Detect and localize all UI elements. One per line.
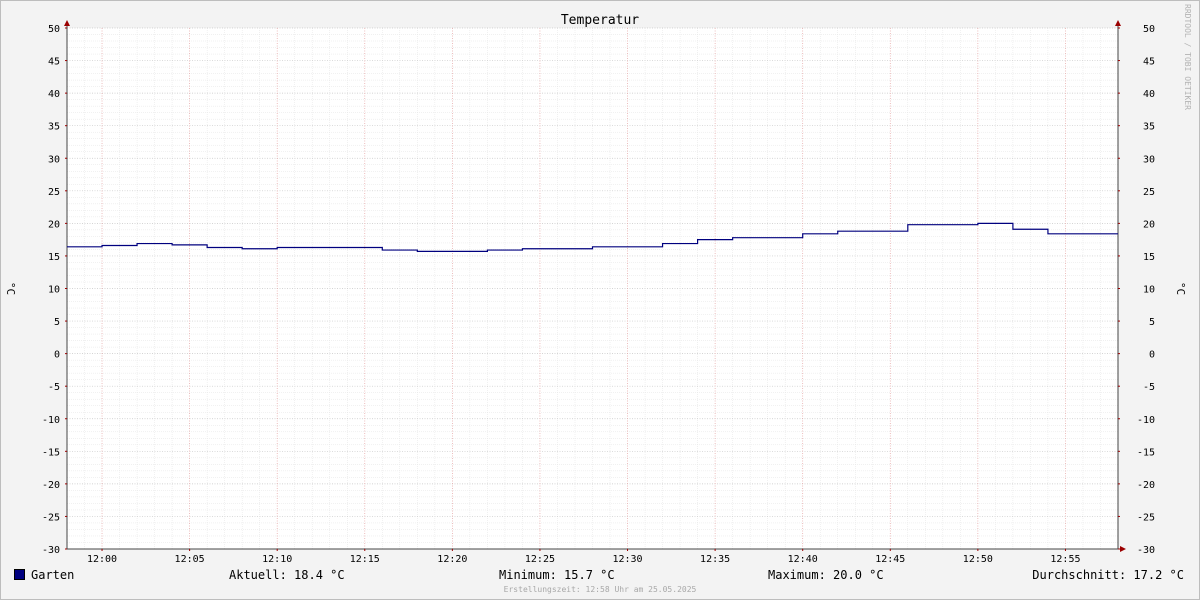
y-tick-label: 10 xyxy=(1143,285,1155,296)
legend-maximum: Maximum: 20.0 °C xyxy=(768,568,884,582)
y-tick-label: 50 xyxy=(48,24,60,35)
y-tick-label: 25 xyxy=(1143,187,1155,198)
x-tick-label: 12:40 xyxy=(788,554,818,565)
y-tick-label: 30 xyxy=(48,154,60,165)
y-tick-label: 5 xyxy=(1149,317,1155,328)
legend-series-name: Garten xyxy=(31,568,75,582)
y-tick-label: 0 xyxy=(1149,350,1155,361)
y-tick-label: 45 xyxy=(48,57,60,68)
legend-series: Garten xyxy=(14,568,74,582)
x-tick-label: 12:55 xyxy=(1050,554,1080,565)
y-tick-label: 40 xyxy=(1143,89,1155,100)
y-axis-arrow-right-icon xyxy=(1115,20,1121,26)
y-tick-label: 35 xyxy=(1143,122,1155,133)
y-tick-label: -30 xyxy=(1137,545,1155,556)
watermark: RRDTOOL / TOBI OETIKER xyxy=(1183,4,1192,110)
y-tick-label: 10 xyxy=(48,285,60,296)
x-tick-label: 12:05 xyxy=(175,554,205,565)
y-tick-label: -10 xyxy=(42,415,60,426)
legend-minimum: Minimum: 15.7 °C xyxy=(499,568,615,582)
y-tick-label: -30 xyxy=(42,545,60,556)
x-axis-arrow-icon xyxy=(1120,546,1126,552)
x-tick-label: 12:00 xyxy=(87,554,117,565)
legend-swatch xyxy=(14,569,25,580)
y-tick-label: 20 xyxy=(1143,219,1155,230)
y-tick-label: 15 xyxy=(1143,252,1155,263)
legend-durchschnitt: Durchschnitt: 17.2 °C xyxy=(1032,568,1184,582)
y-tick-label: -20 xyxy=(1137,480,1155,491)
y-tick-label: 0 xyxy=(54,350,60,361)
y-tick-label: -15 xyxy=(1137,447,1155,458)
y-axis-arrow-left-icon xyxy=(64,20,70,26)
y-tick-label: -5 xyxy=(48,382,60,393)
x-tick-label: 12:30 xyxy=(612,554,642,565)
legend-aktuell: Aktuell: 18.4 °C xyxy=(229,568,345,582)
x-tick-label: 12:50 xyxy=(963,554,993,565)
x-tick-label: 12:15 xyxy=(350,554,380,565)
y-tick-label: -15 xyxy=(42,447,60,458)
y-tick-labels-left: 50454035302520151050-5-10-15-20-25-30 xyxy=(42,24,60,556)
chart-title: Temperatur xyxy=(561,13,639,28)
y-tick-label: 30 xyxy=(1143,154,1155,165)
y-tick-labels-right: 50454035302520151050-5-10-15-20-25-30 xyxy=(1137,24,1155,556)
y-tick-label: 15 xyxy=(48,252,60,263)
y-tick-label: -5 xyxy=(1143,382,1155,393)
x-tick-label: 12:35 xyxy=(700,554,730,565)
y-tick-label: -20 xyxy=(42,480,60,491)
y-tick-label: 45 xyxy=(1143,57,1155,68)
y-tick-label: 35 xyxy=(48,122,60,133)
x-tick-labels: 12:00 12:05 12:10 12:15 12:20 12:25 12:30 12:35… xyxy=(87,554,1081,565)
y-tick-label: 5 xyxy=(54,317,60,328)
y-tick-label: 40 xyxy=(48,89,60,100)
y-axis-label-right: °C xyxy=(1174,281,1188,296)
creation-time: Erstellungszeit: 12:58 Uhr am 25.05.2025 xyxy=(503,585,697,594)
y-tick-label: -25 xyxy=(1137,512,1155,523)
y-tick-label: -25 xyxy=(42,512,60,523)
y-tick-label: 50 xyxy=(1143,24,1155,35)
x-tick-label: 12:10 xyxy=(262,554,292,565)
y-tick-label: 20 xyxy=(48,219,60,230)
temperature-chart: 50454035302520151050-5-10-15-20-25-30 50… xyxy=(42,13,1155,565)
x-tick-label: 12:25 xyxy=(525,554,555,565)
y-tick-label: 25 xyxy=(48,187,60,198)
x-tick-label: 12:45 xyxy=(875,554,905,565)
y-tick-label: -10 xyxy=(1137,415,1155,426)
y-axis-label-left: °C xyxy=(4,281,18,296)
x-tick-label: 12:20 xyxy=(437,554,467,565)
